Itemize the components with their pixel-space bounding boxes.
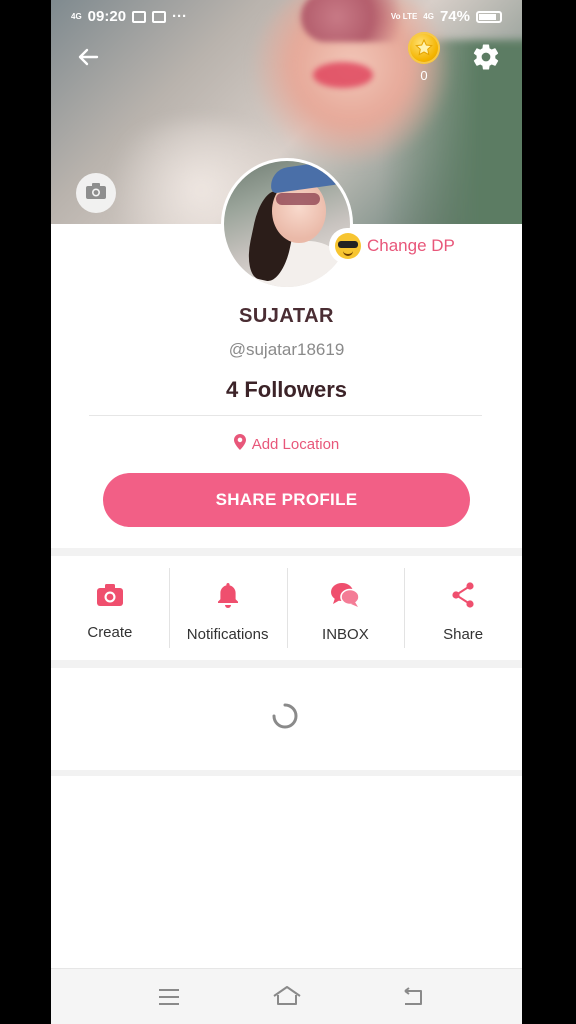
create-label: Create [87,624,133,641]
status-time: 09:20 [87,8,127,25]
share-button[interactable]: Share [404,566,522,658]
volte-indicator: Vo LTE [390,11,418,21]
gallery-notification-icon [132,10,147,23]
share-icon [450,581,476,614]
battery-icon [476,10,502,23]
menu-icon[interactable] [154,983,184,1011]
bell-icon [216,581,240,614]
inbox-label: INBOX [322,626,369,643]
profile-avatar[interactable] [221,158,353,290]
change-cover-camera-button[interactable] [76,173,116,213]
profile-name: SUJATAR [239,305,334,327]
back-nav-icon[interactable] [397,983,427,1011]
app-screen: 4G 09:20 ··· Vo LTE 4G 74% 0 Change DP S… [51,0,522,1024]
share-profile-button[interactable]: SHARE PROFILE [103,473,470,527]
create-button[interactable]: Create [51,566,169,658]
profile-handle: @sujatar18619 [228,340,345,359]
camera-icon [96,583,124,612]
battery-percent: 74% [439,8,470,25]
followers-count[interactable]: 4 Followers [51,377,522,403]
camera-icon [85,182,107,205]
network-indicator-right: 4G [423,11,434,21]
settings-gear-icon[interactable] [471,42,501,72]
section-separator [51,548,522,556]
change-dp-label: Change DP [367,236,455,255]
coin-count: 0 [420,68,428,83]
inbox-button[interactable]: INBOX [286,566,405,658]
action-bar: Create Notifications INBOX Share [51,566,522,658]
add-location-link[interactable]: Add Location [51,434,522,454]
section-separator [51,770,522,776]
location-pin-icon [233,434,246,454]
add-location-label: Add Location [251,435,340,453]
change-dp-button[interactable]: Change DP [329,228,467,264]
notifications-label: Notifications [186,626,269,643]
loading-spinner-icon [269,700,301,732]
network-indicator: 4G [71,11,82,21]
coin-icon[interactable] [408,32,440,64]
share-label: Share [443,626,484,643]
system-nav-bar [51,968,522,1024]
chat-bubbles-icon [330,581,361,614]
mail-notification-icon [152,10,167,23]
divider [89,415,482,416]
more-notifications: ··· [172,8,188,25]
sunglasses-emoji-icon [335,233,361,259]
notifications-button[interactable]: Notifications [168,566,287,658]
home-icon[interactable] [271,983,301,1011]
status-bar: 4G 09:20 ··· Vo LTE 4G 74% [51,0,522,34]
back-arrow-icon[interactable] [73,42,103,72]
section-separator [51,660,522,668]
